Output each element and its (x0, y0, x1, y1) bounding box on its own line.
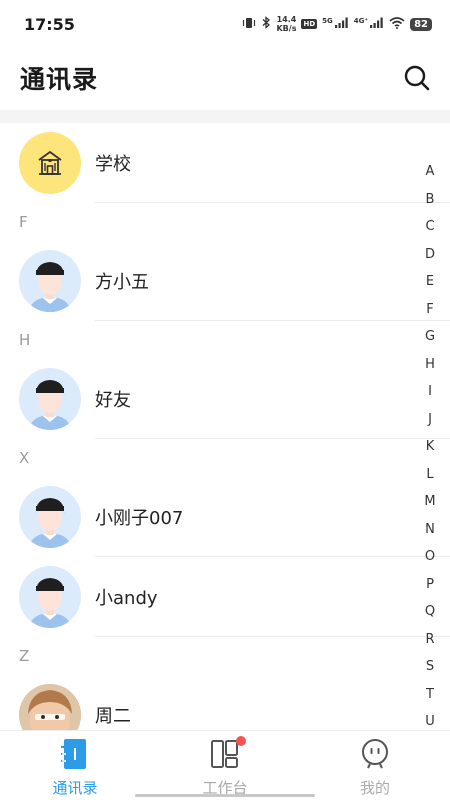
bluetooth-icon (261, 16, 271, 32)
index-letter-b[interactable]: B (422, 186, 438, 214)
index-letter-o[interactable]: O (422, 543, 438, 571)
child-photo-avatar (19, 684, 81, 730)
page-title: 通讯录 (20, 65, 99, 94)
signal-2-icon (370, 17, 384, 31)
section-header-h: H (19, 331, 31, 349)
search-button[interactable] (402, 63, 432, 93)
row-divider (95, 202, 450, 203)
notification-dot (236, 736, 246, 746)
index-letter-k[interactable]: K (422, 433, 438, 461)
header-separator (0, 110, 450, 123)
contact-row-school[interactable]: 学校 (0, 123, 450, 203)
signal-1-label: 5G (322, 17, 333, 25)
section-header-z: Z (19, 647, 30, 665)
contact-list[interactable]: 学校 F 方小五 H 好友 X 小刚子007 小andy Z 周二 (0, 123, 450, 730)
contact-row-xiaogang[interactable]: 小刚子007 (0, 477, 450, 557)
index-letter-r[interactable]: R (422, 626, 438, 654)
home-indicator[interactable] (135, 794, 315, 797)
boy-avatar-icon (19, 250, 81, 312)
index-letter-j[interactable]: J (422, 406, 438, 434)
signal-1-icon (334, 17, 349, 31)
network-speed: 14.4 KB/s (276, 15, 296, 33)
index-letter-a[interactable]: A (422, 158, 438, 186)
index-letter-t[interactable]: T (422, 681, 438, 709)
workbench-grid-icon (210, 736, 246, 769)
hd-badge: HD (301, 19, 318, 29)
index-letter-h[interactable]: H (422, 351, 438, 379)
profile-face-icon (360, 739, 390, 769)
index-letter-s[interactable]: S (422, 653, 438, 681)
index-letter-g[interactable]: G (422, 323, 438, 351)
boy-avatar-icon (19, 368, 81, 430)
contact-name: 小刚子007 (95, 508, 184, 529)
battery-indicator: 82 (410, 17, 432, 31)
section-header-x: X (19, 449, 30, 467)
index-letter-d[interactable]: D (422, 241, 438, 269)
index-letter-q[interactable]: Q (422, 598, 438, 626)
status-bar: 17:55 14.4 KB/s HD 5G 4G⁺ 82 (0, 0, 450, 48)
contact-name: 方小五 (95, 272, 149, 293)
tab-mine[interactable]: 我的 (300, 731, 450, 800)
school-building-icon (19, 132, 81, 194)
status-time: 17:55 (24, 14, 75, 34)
index-letter-l[interactable]: L (422, 461, 438, 489)
contact-name: 好友 (95, 390, 131, 411)
row-divider (95, 636, 450, 637)
index-letter-n[interactable]: N (422, 516, 438, 544)
search-icon (404, 65, 430, 91)
tab-contacts-label: 通讯录 (52, 779, 98, 797)
contact-row-zhouer[interactable]: 周二 (0, 675, 450, 730)
row-divider (95, 320, 450, 321)
index-letter-e[interactable]: E (422, 268, 438, 296)
row-divider (95, 438, 450, 439)
contacts-book-icon (60, 739, 90, 769)
network-speed-value: 14.4 (276, 15, 297, 24)
index-letter-c[interactable]: C (422, 213, 438, 241)
tab-contacts[interactable]: 通讯录 (0, 731, 150, 800)
contact-name: 周二 (95, 706, 131, 727)
tab-workbench[interactable]: 工作台 (150, 731, 300, 800)
contact-name: 学校 (95, 154, 131, 175)
tab-mine-label: 我的 (359, 779, 390, 797)
alphabet-index-bar[interactable]: A B C D E F G H I J K L M N O P Q R S T … (422, 158, 438, 736)
wifi-icon (389, 16, 405, 32)
vibrate-icon (242, 17, 256, 32)
header: 通讯录 (0, 48, 450, 108)
status-icons: 14.4 KB/s HD 5G 4G⁺ 82 (242, 15, 432, 33)
boy-avatar-icon (19, 566, 81, 628)
network-speed-unit: KB/s (276, 24, 297, 33)
signal-2-label: 4G⁺ (353, 17, 369, 25)
contact-name: 小andy (95, 588, 158, 609)
contact-row-fang[interactable]: 方小五 (0, 241, 450, 321)
bottom-tab-bar: 通讯录 工作台 我的 (0, 730, 450, 800)
index-letter-m[interactable]: M (422, 488, 438, 516)
contact-row-haoyou[interactable]: 好友 (0, 359, 450, 439)
index-letter-f[interactable]: F (422, 296, 438, 324)
index-letter-p[interactable]: P (422, 571, 438, 599)
section-header-f: F (19, 213, 28, 231)
boy-avatar-icon (19, 486, 81, 548)
contact-row-xiaoandy[interactable]: 小andy (0, 557, 450, 637)
index-letter-i[interactable]: I (422, 378, 438, 406)
